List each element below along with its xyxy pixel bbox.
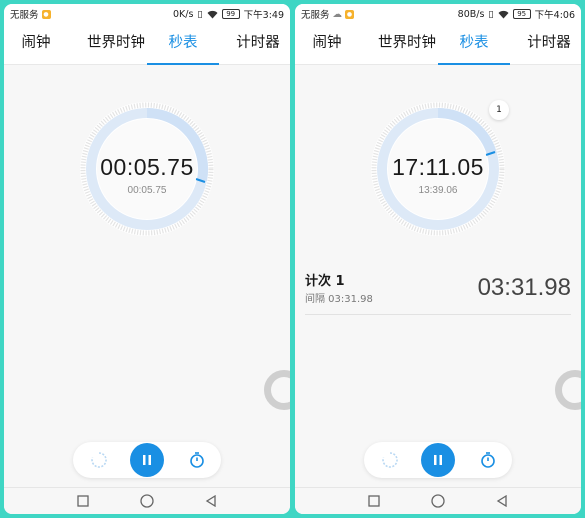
phone-screen-right: 无服务 ☁ ● 80B/s ▯ 95 下午4:06 闹钟 世界时钟 秒表 计时器… <box>295 4 581 514</box>
pause-icon <box>143 455 151 465</box>
phone-screen-left: 无服务 ● 0K/s ▯ 99 下午3:49 闹钟 世界时钟 秒表 计时器 00… <box>4 4 290 514</box>
square-icon <box>77 495 89 507</box>
reset-button[interactable] <box>81 442 117 478</box>
vibrate-icon: ▯ <box>488 8 494 20</box>
tab-active-indicator <box>438 63 510 65</box>
lap-interval: 间隔 03:31.98 <box>305 294 373 305</box>
pause-button[interactable] <box>421 443 455 477</box>
pause-icon <box>434 455 442 465</box>
tab-bar: 闹钟 世界时钟 秒表 计时器 <box>295 22 581 65</box>
lap-title: 计次 1 <box>305 274 345 289</box>
system-nav-bar <box>295 487 581 514</box>
net-speed: 0K/s <box>172 8 194 20</box>
lap-button[interactable] <box>179 442 215 478</box>
clock-time: 下午3:49 <box>243 10 284 21</box>
circle-icon <box>431 494 445 508</box>
tab-timer[interactable]: 计时器 <box>226 22 290 64</box>
wifi-icon <box>207 10 218 18</box>
tab-alarm[interactable]: 闹钟 <box>10 22 62 64</box>
tab-alarm[interactable]: 闹钟 <box>301 22 353 64</box>
lap-time: 03:31.98 <box>477 274 571 301</box>
triangle-back-icon <box>205 495 216 507</box>
divider <box>305 314 571 315</box>
wifi-icon <box>498 10 509 18</box>
recent-apps-button[interactable] <box>75 493 91 509</box>
stopwatch-icon <box>190 452 204 468</box>
tab-bar: 闹钟 世界时钟 秒表 计时器 <box>4 22 290 65</box>
floating-assistant-button[interactable] <box>555 370 581 410</box>
controls-bar <box>73 442 221 478</box>
triangle-back-icon <box>496 495 507 507</box>
circle-icon <box>140 494 154 508</box>
carrier-label: 无服务 <box>10 10 39 21</box>
tab-world-clock[interactable]: 世界时钟 <box>365 22 449 64</box>
tab-stopwatch[interactable]: 秒表 <box>147 22 219 65</box>
stopwatch-dial: 00:05.75 00:05.75 <box>76 98 218 240</box>
carrier-label: 无服务 <box>301 10 330 21</box>
back-button[interactable] <box>494 493 510 509</box>
lap-button[interactable] <box>470 442 506 478</box>
lap-count-badge: 1 <box>489 100 509 120</box>
battery-icon: 99 <box>221 9 240 19</box>
carrier-icon: ● <box>345 9 355 19</box>
battery-icon: 95 <box>512 9 531 19</box>
elapsed-time: 00:05.75 <box>100 154 194 180</box>
status-bar: 无服务 ☁ ● 80B/s ▯ 95 下午4:06 <box>295 4 581 22</box>
reset-button[interactable] <box>372 442 408 478</box>
tab-timer[interactable]: 计时器 <box>517 22 581 64</box>
clock-time: 下午4:06 <box>534 10 575 21</box>
tab-world-clock[interactable]: 世界时钟 <box>74 22 158 64</box>
elapsed-time: 17:11.05 <box>392 154 484 180</box>
floating-assistant-button[interactable] <box>264 370 290 410</box>
tab-active-indicator <box>147 63 219 65</box>
controls-bar <box>364 442 512 478</box>
home-button[interactable] <box>430 493 446 509</box>
stopwatch-icon <box>481 452 495 468</box>
net-speed: 80B/s <box>457 8 485 20</box>
tab-stopwatch[interactable]: 秒表 <box>438 22 510 65</box>
carrier-icon: ● <box>41 9 51 19</box>
pause-button[interactable] <box>130 443 164 477</box>
list-item: 计次 1 间隔 03:31.98 03:31.98 <box>305 270 571 316</box>
stopwatch-dial: 17:11.05 13:39.06 <box>367 98 509 240</box>
status-bar: 无服务 ● 0K/s ▯ 99 下午3:49 <box>4 4 290 22</box>
home-button[interactable] <box>139 493 155 509</box>
reset-icon <box>91 452 107 468</box>
current-lap-time: 13:39.06 <box>418 185 458 196</box>
cloud-icon: ☁ <box>332 8 343 20</box>
reset-icon <box>382 452 398 468</box>
back-button[interactable] <box>203 493 219 509</box>
recent-apps-button[interactable] <box>366 493 382 509</box>
current-lap-time: 00:05.75 <box>127 185 167 196</box>
vibrate-icon: ▯ <box>197 8 203 20</box>
square-icon <box>368 495 380 507</box>
system-nav-bar <box>4 487 290 514</box>
